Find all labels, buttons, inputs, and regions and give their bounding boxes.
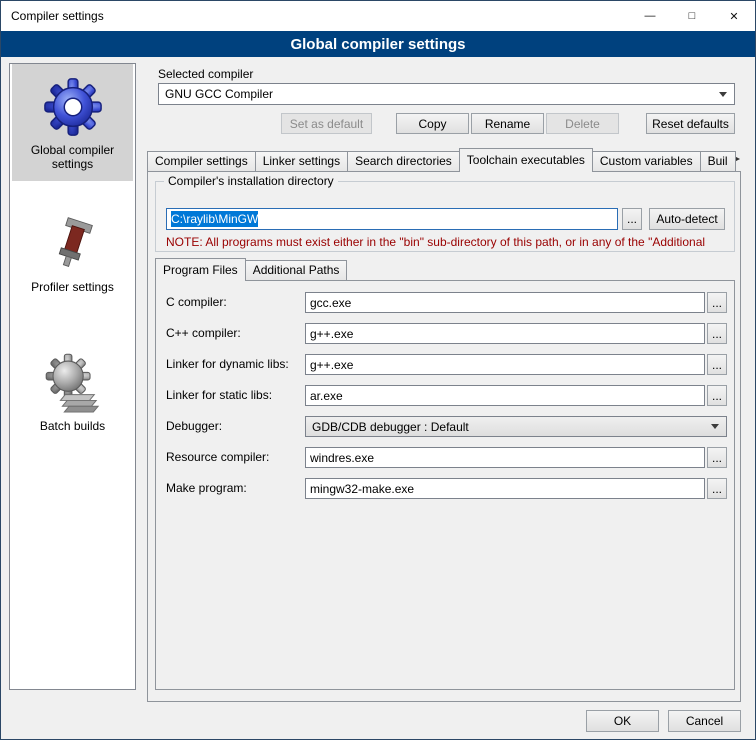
- resource-compiler-label: Resource compiler:: [166, 450, 269, 464]
- subtab-additional-paths[interactable]: Additional Paths: [245, 260, 348, 280]
- tab-toolchain-executables[interactable]: Toolchain executables: [459, 148, 593, 172]
- compiler-select-value: GNU GCC Compiler: [165, 87, 273, 101]
- executables-subtabs: Program Files Additional Paths: [155, 258, 346, 281]
- window-title: Compiler settings: [1, 9, 104, 23]
- dialog-content: Global compiler settings Profiler settin…: [1, 57, 755, 740]
- tab-custom-variables[interactable]: Custom variables: [592, 151, 701, 171]
- cpp-compiler-label: C++ compiler:: [166, 326, 241, 340]
- static-linker-input[interactable]: [305, 385, 705, 406]
- close-icon[interactable]: ✕: [713, 1, 755, 31]
- resource-compiler-browse-button[interactable]: ...: [707, 447, 727, 468]
- tab-search-directories[interactable]: Search directories: [347, 151, 460, 171]
- delete-button[interactable]: Delete: [546, 113, 619, 134]
- compiler-select[interactable]: GNU GCC Compiler: [158, 83, 735, 105]
- debugger-select-value: GDB/CDB debugger : Default: [312, 420, 469, 434]
- dynamic-linker-browse-button[interactable]: ...: [707, 354, 727, 375]
- compiler-settings-dialog: Compiler settings — □ ✕ Global compiler …: [0, 0, 756, 740]
- c-compiler-label: C compiler:: [166, 295, 227, 309]
- maximize-icon[interactable]: □: [671, 1, 713, 31]
- sidebar-item-global-compiler-settings[interactable]: Global compiler settings: [12, 64, 133, 181]
- window-controls: — □ ✕: [629, 1, 755, 31]
- make-program-label: Make program:: [166, 481, 247, 495]
- cpp-compiler-browse-button[interactable]: ...: [707, 323, 727, 344]
- profiler-icon: [44, 213, 102, 275]
- sidebar-item-profiler-settings[interactable]: Profiler settings: [12, 201, 133, 304]
- debugger-select[interactable]: GDB/CDB debugger : Default: [305, 416, 727, 437]
- installation-browse-button[interactable]: ...: [622, 208, 642, 230]
- copy-button[interactable]: Copy: [396, 113, 469, 134]
- minimize-icon[interactable]: —: [629, 1, 671, 31]
- debugger-label: Debugger:: [166, 419, 222, 433]
- dynamic-linker-label: Linker for dynamic libs:: [166, 357, 289, 371]
- dynamic-linker-input[interactable]: [305, 354, 705, 375]
- batch-builds-icon: [42, 352, 104, 414]
- ok-button[interactable]: OK: [586, 710, 659, 732]
- chevron-down-icon: [711, 424, 719, 429]
- page-title: Global compiler settings: [1, 31, 755, 57]
- tab-compiler-settings[interactable]: Compiler settings: [147, 151, 256, 171]
- installation-directory-group: Compiler's installation directory C:\ray…: [155, 181, 735, 252]
- set-as-default-button[interactable]: Set as default: [281, 113, 372, 134]
- installation-note: NOTE: All programs must exist either in …: [166, 235, 728, 249]
- cancel-button[interactable]: Cancel: [668, 710, 741, 732]
- rename-button[interactable]: Rename: [471, 113, 544, 134]
- installation-directory-input[interactable]: C:\raylib\MinGW: [166, 208, 618, 230]
- settings-category-list: Global compiler settings Profiler settin…: [9, 63, 136, 690]
- c-compiler-browse-button[interactable]: ...: [707, 292, 727, 313]
- make-program-browse-button[interactable]: ...: [707, 478, 727, 499]
- chevron-down-icon: [719, 92, 727, 97]
- sidebar-item-batch-builds[interactable]: Batch builds: [12, 340, 133, 443]
- installation-directory-legend: Compiler's installation directory: [164, 174, 338, 188]
- compiler-tabs: Compiler settings Linker settings Search…: [147, 148, 735, 171]
- cpp-compiler-input[interactable]: [305, 323, 705, 344]
- program-files-panel: C compiler: ... C++ compiler: ... Linker…: [155, 280, 735, 690]
- compiler-gear-icon: [42, 76, 104, 138]
- reset-defaults-button[interactable]: Reset defaults: [646, 113, 735, 134]
- static-linker-browse-button[interactable]: ...: [707, 385, 727, 406]
- tab-linker-settings[interactable]: Linker settings: [255, 151, 348, 171]
- sidebar-item-label: Profiler settings: [18, 280, 128, 294]
- auto-detect-button[interactable]: Auto-detect: [649, 208, 725, 230]
- make-program-input[interactable]: [305, 478, 705, 499]
- static-linker-label: Linker for static libs:: [166, 388, 272, 402]
- c-compiler-input[interactable]: [305, 292, 705, 313]
- sidebar-item-label: Global compiler settings: [18, 143, 128, 171]
- toolchain-panel: Compiler's installation directory C:\ray…: [147, 171, 741, 702]
- tab-build-truncated[interactable]: Buil: [700, 151, 736, 171]
- selected-compiler-label: Selected compiler: [158, 67, 253, 81]
- resource-compiler-input[interactable]: [305, 447, 705, 468]
- sidebar-item-label: Batch builds: [18, 419, 128, 433]
- titlebar: Compiler settings — □ ✕: [1, 1, 755, 31]
- installation-path-selected-text: C:\raylib\MinGW: [171, 211, 258, 227]
- subtab-program-files[interactable]: Program Files: [155, 258, 246, 281]
